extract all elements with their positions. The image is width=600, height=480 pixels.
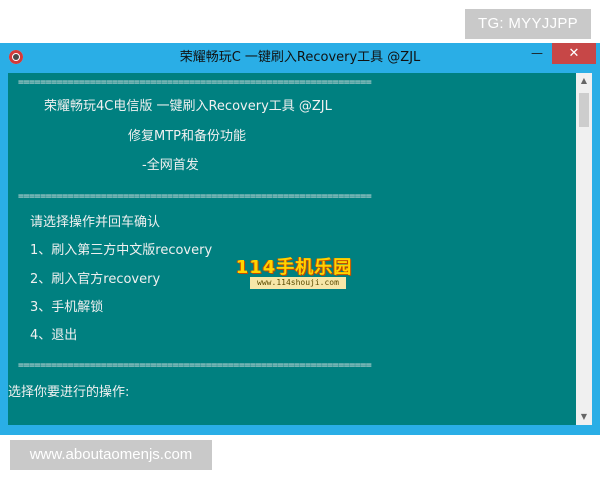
menu-option-1: 1、刷入第三方中文版recovery: [30, 243, 213, 258]
scroll-down-icon[interactable]: ▼: [576, 409, 592, 425]
minimize-button[interactable]: —: [524, 43, 550, 64]
scroll-thumb[interactable]: [579, 93, 589, 127]
header-line-2: 修复MTP和备份功能: [128, 129, 246, 144]
title-bar[interactable]: 荣耀畅玩C 一键刷入Recovery工具 @ZJL — ✕: [0, 43, 600, 73]
console-output[interactable]: ========================================…: [8, 73, 576, 425]
console-window: 荣耀畅玩C 一键刷入Recovery工具 @ZJL — ✕ ==========…: [0, 43, 600, 435]
menu-option-4: 4、退出: [30, 328, 78, 343]
menu-option-3: 3、手机解锁: [30, 300, 104, 315]
close-button[interactable]: ✕: [552, 43, 596, 64]
window-title: 荣耀畅玩C 一键刷入Recovery工具 @ZJL: [179, 50, 421, 65]
scroll-up-icon[interactable]: ▲: [576, 73, 592, 89]
header-line-1: 荣耀畅玩4C电信版 一键刷入Recovery工具 @ZJL: [44, 99, 332, 114]
menu-option-2: 2、刷入官方recovery: [30, 272, 161, 287]
watermark-bottom: www.aboutaomenjs.com: [10, 440, 212, 470]
watermark-top: TG: MYYJJPP: [465, 9, 591, 39]
separator-line: ========================================…: [18, 77, 372, 88]
input-prompt: 选择你要进行的操作:: [8, 385, 130, 400]
separator-line: ========================================…: [18, 360, 372, 371]
vertical-scrollbar[interactable]: ▲ ▼: [576, 73, 592, 425]
separator-line: ========================================…: [18, 191, 372, 202]
watermark-logo-text: 114手机乐园: [235, 257, 353, 278]
header-line-3: -全网首发: [142, 158, 199, 173]
menu-prompt: 请选择操作并回车确认: [30, 215, 161, 230]
watermark-logo: 114手机乐园 www.114shouji.com: [224, 253, 364, 297]
watermark-logo-url: www.114shouji.com: [250, 277, 346, 289]
